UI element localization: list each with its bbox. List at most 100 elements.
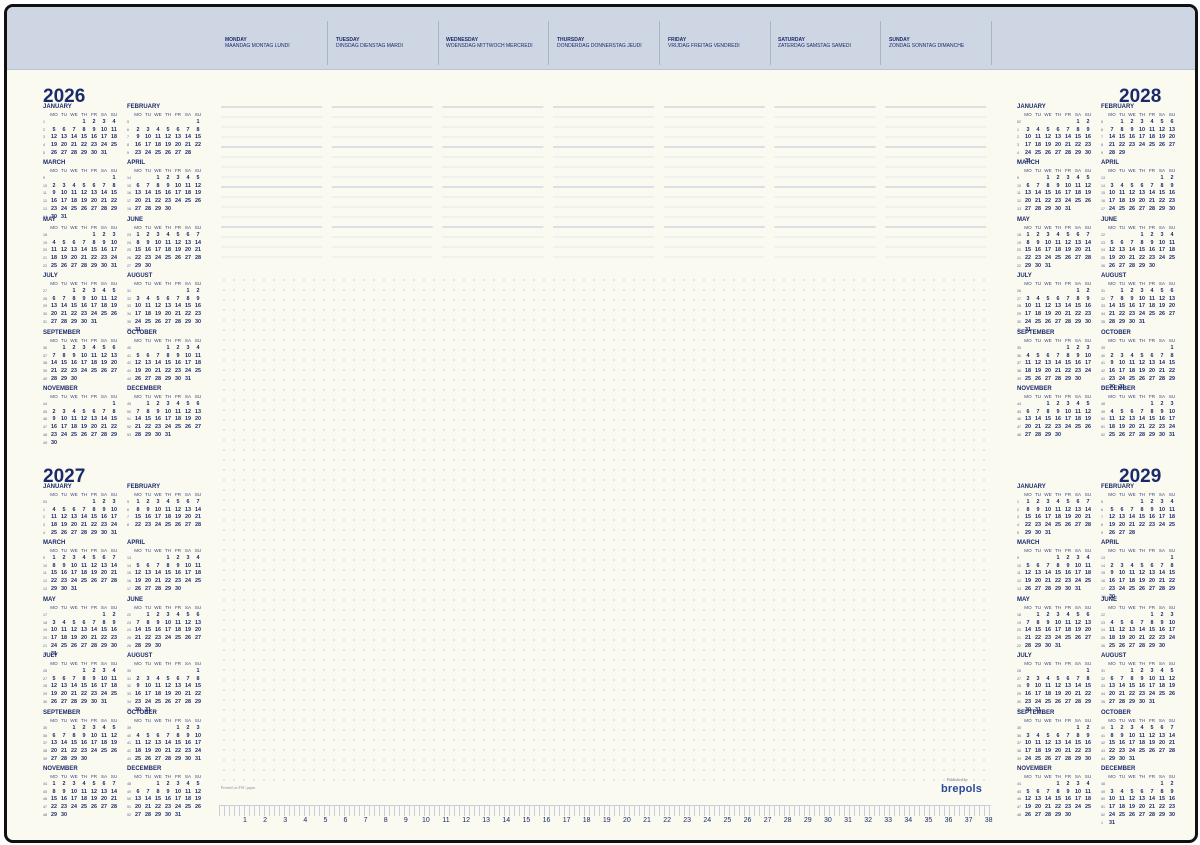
month-name: DECEMBER bbox=[127, 386, 162, 392]
day-number: 19 bbox=[1149, 740, 1155, 747]
weekday-header: TU bbox=[144, 281, 152, 286]
day-number: 17 bbox=[195, 740, 201, 747]
day-number: 10 bbox=[1169, 619, 1175, 626]
day-number: 12 bbox=[1129, 796, 1135, 803]
day-number: 1 bbox=[156, 780, 160, 787]
day-number: 22 bbox=[1139, 522, 1145, 529]
day-number: 4 bbox=[1170, 231, 1174, 238]
month-name: JULY bbox=[1017, 273, 1032, 279]
day-number: 9 bbox=[146, 239, 150, 246]
day-number: 14 bbox=[111, 562, 117, 569]
month-day-grid: MO TU WE TH FR SA SU 49 1 2 3 4 5 6 50 7 8 9 10 11 12 13 51 14 1… bbox=[127, 393, 205, 440]
day-number: 19 bbox=[61, 522, 67, 529]
day-number: 22 bbox=[1119, 311, 1125, 318]
day-number bbox=[1127, 555, 1137, 563]
ruler-number: 13 bbox=[482, 817, 491, 824]
day-number: 4 bbox=[112, 118, 116, 125]
day-number: 3 bbox=[176, 780, 180, 787]
day-number: 21 bbox=[195, 247, 201, 254]
day-number: 16 bbox=[81, 303, 87, 310]
day-number bbox=[1083, 643, 1093, 651]
writing-lines bbox=[221, 106, 987, 258]
day-number: 27 bbox=[1119, 529, 1125, 536]
day-number: 18 bbox=[1119, 198, 1125, 205]
month-day-grid: MO TU WE TH FR SA SU 44 1 2 3 4 45 5 6 7 8 9 10 11 46 12 13 14 1… bbox=[1017, 773, 1095, 820]
day-number: 16 bbox=[175, 360, 181, 367]
month-name: JULY bbox=[43, 653, 58, 659]
day-number: 25 bbox=[1119, 811, 1125, 818]
day-number: 9 bbox=[1066, 788, 1070, 795]
month-day-grid: MO TU WE TH FR SA SU 13 1 2 14 3 4 5 6 7 8 9 15 10 11 12 13 14 1… bbox=[1101, 167, 1179, 214]
day-number bbox=[1033, 401, 1043, 409]
day-number bbox=[1127, 150, 1137, 158]
day-number: 23 bbox=[135, 698, 141, 705]
day-number: 1 bbox=[136, 498, 140, 505]
day-number: 6 bbox=[1086, 611, 1090, 618]
day-number: 4 bbox=[176, 611, 180, 618]
day-number: 5 bbox=[1170, 667, 1174, 674]
day-number: 25 bbox=[1035, 755, 1041, 762]
day-number: 8 bbox=[1026, 239, 1030, 246]
day-number: 24 bbox=[1129, 748, 1135, 755]
month-march: MARCH MO TU WE TH FR SA SU 9 1 2 3 4 5 10 6 7 8 9 10 11 12 11 1… bbox=[1017, 159, 1095, 214]
day-number: 9 bbox=[1086, 732, 1090, 739]
day-number: 28 bbox=[1085, 255, 1091, 262]
day-number: 22 bbox=[1035, 635, 1041, 642]
day-number: 22 bbox=[91, 522, 97, 529]
day-number: 1 bbox=[1120, 118, 1124, 125]
day-number: 11 bbox=[175, 408, 181, 415]
day-number: 29 bbox=[1149, 431, 1155, 438]
day-number bbox=[99, 376, 109, 384]
day-number: 13 bbox=[1075, 239, 1081, 246]
day-number: 28 bbox=[1109, 149, 1115, 156]
day-number: 4 bbox=[1056, 498, 1060, 505]
day-number: 28 bbox=[1119, 698, 1125, 705]
day-number bbox=[1023, 175, 1033, 183]
weekday-header: FR bbox=[1148, 281, 1156, 286]
day-number: 7 bbox=[136, 619, 140, 626]
day-number: 20 bbox=[1075, 514, 1081, 521]
weekday-header: SA bbox=[100, 168, 108, 173]
day-number bbox=[69, 668, 79, 676]
day-number: 18 bbox=[1075, 190, 1081, 197]
day-number bbox=[143, 781, 153, 789]
day-number: 24 bbox=[175, 198, 181, 205]
day-number bbox=[1043, 668, 1053, 676]
day-number: 4 bbox=[1160, 667, 1164, 674]
day-number: 6 bbox=[102, 554, 106, 561]
day-number: 14 bbox=[1169, 732, 1175, 739]
day-number: 13 bbox=[1129, 627, 1135, 634]
day-number: 25 bbox=[1129, 375, 1135, 382]
day-number: 5 bbox=[102, 344, 106, 351]
day-number: 15 bbox=[81, 683, 87, 690]
day-number: 18 bbox=[1119, 804, 1125, 811]
day-number: 22 bbox=[1085, 691, 1091, 698]
ruler-number: 9 bbox=[403, 817, 408, 824]
day-number: 28 bbox=[195, 255, 201, 262]
day-number: 21 bbox=[1139, 635, 1145, 642]
day-number: 5 bbox=[82, 182, 86, 189]
day-number: 3 bbox=[52, 619, 56, 626]
day-number: 27 bbox=[1065, 698, 1071, 705]
weekday-header: TH bbox=[164, 548, 172, 553]
weekday-header: TU bbox=[144, 168, 152, 173]
day-number: 11 bbox=[51, 514, 57, 521]
day-number: 15 bbox=[1159, 796, 1165, 803]
month-january: JANUARY MO TU WE TH FR SA SU 1 1 2 3 4 2 5 6 7 8 9 10 11 3 12 1… bbox=[43, 103, 121, 158]
day-number: 6 bbox=[1036, 562, 1040, 569]
day-number: 26 bbox=[1159, 311, 1165, 318]
day-number: 27 bbox=[61, 149, 67, 156]
day-number: 5 bbox=[1120, 408, 1124, 415]
day-number: 23 bbox=[155, 635, 161, 642]
day-number: 19 bbox=[195, 796, 201, 803]
day-number: 26 bbox=[1065, 522, 1071, 529]
day-number: 16 bbox=[135, 142, 141, 149]
day-number: 17 bbox=[1075, 570, 1081, 577]
day-number bbox=[1033, 781, 1043, 789]
day-number: 18 bbox=[175, 416, 181, 423]
day-number: 9 bbox=[1036, 239, 1040, 246]
day-number bbox=[1107, 401, 1117, 409]
day-number: 18 bbox=[61, 635, 67, 642]
weekday-header: WE bbox=[70, 548, 78, 553]
day-number: 10 bbox=[51, 627, 57, 634]
